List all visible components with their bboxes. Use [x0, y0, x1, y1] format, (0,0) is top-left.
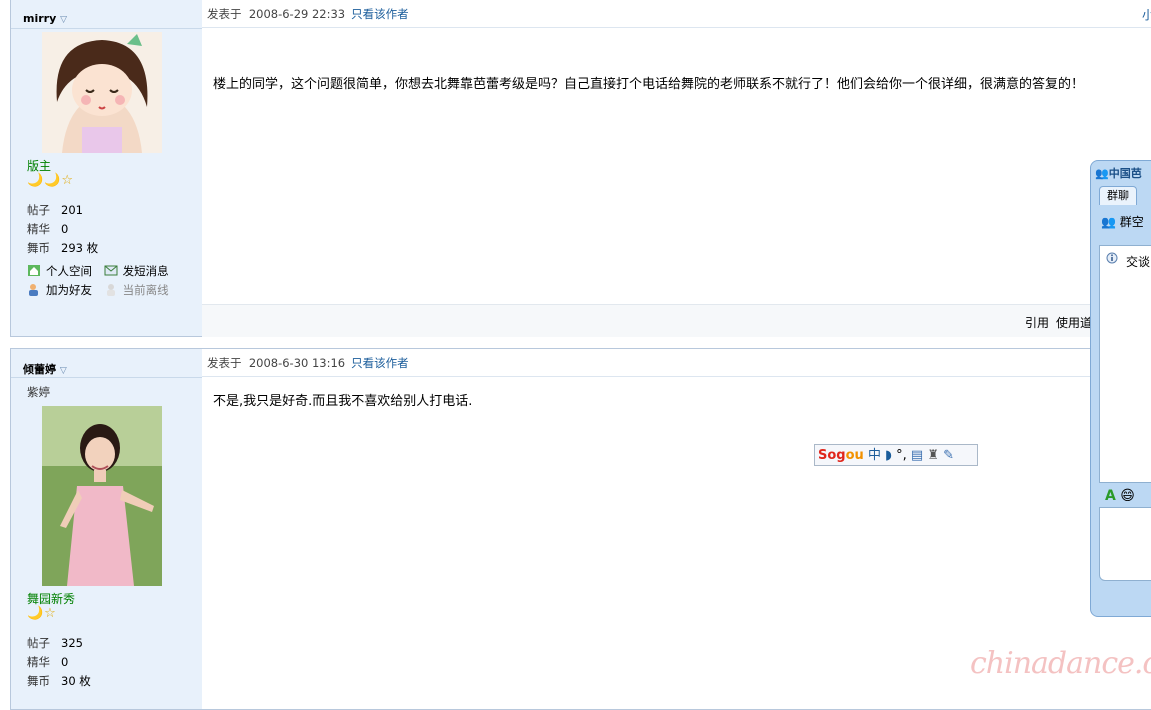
user-title: 紫婷: [27, 385, 50, 399]
add-friend-icon: [29, 284, 38, 296]
sidebar-divider: [11, 377, 202, 378]
chat-input[interactable]: [1099, 507, 1151, 581]
online-status: 当前离线: [104, 283, 169, 297]
chat-panel: 👥中国芭 群聊 👥 群空 交谈 A 😄: [1090, 160, 1151, 617]
top-right-link[interactable]: 小: [1142, 6, 1151, 23]
info-icon: [1106, 252, 1118, 264]
post-body: 楼上的同学，这个问题很简单，你想去北舞靠芭蕾考级是吗？自己直接打个电话给舞院的老…: [213, 77, 1085, 92]
only-author-link[interactable]: 只看该作者: [351, 356, 409, 370]
header-divider: [202, 376, 1151, 377]
chat-tools: A 😄: [1105, 488, 1135, 504]
send-message-link[interactable]: 发短消息: [104, 264, 169, 278]
personal-space-link[interactable]: 个人空间: [27, 264, 96, 278]
stat-coins: 舞币 293 枚: [27, 241, 99, 255]
use-tool-button[interactable]: 使用道: [1056, 314, 1092, 331]
punctuation-toggle[interactable]: °,: [896, 448, 907, 463]
add-friend-link[interactable]: 加为好友: [27, 283, 96, 297]
post-meta: 发表于 2008-6-29 22:33 只看该作者: [207, 7, 409, 21]
sogou-logo-icon: Sog: [818, 448, 846, 463]
author-sidebar: mirry ▽ 版主 🌙🌙☆ 帖子 201 精华 0 舞币 293 枚 个人空间 发短…: [11, 0, 202, 336]
only-author-link[interactable]: 只看该作者: [351, 7, 409, 21]
user-rank: 版主: [27, 159, 52, 173]
watermark-logo: chinadance.cn: [970, 646, 1151, 681]
author-name[interactable]: mirry ▽: [23, 12, 67, 25]
tab-group-chat[interactable]: 群聊: [1099, 186, 1137, 205]
stat-digest: 精华 0: [27, 655, 69, 669]
group-space-link[interactable]: 👥 群空: [1101, 213, 1144, 230]
dropdown-caret-icon[interactable]: ▽: [60, 366, 67, 376]
home-icon: [28, 265, 40, 276]
profile-links-row1: 个人空间 发短消息: [27, 263, 169, 279]
chat-title: 👥中国芭: [1095, 167, 1142, 180]
stat-posts: 帖子 325: [27, 636, 83, 650]
header-divider: [202, 27, 1151, 28]
quote-button[interactable]: 引用: [1025, 314, 1049, 331]
author-avatar[interactable]: [42, 32, 162, 153]
group-icon: 👥: [1101, 215, 1116, 229]
offline-user-icon: [106, 284, 115, 296]
post-body: 不是,我只是好奇.而且我不喜欢给别人打电话.: [213, 394, 473, 409]
author-sidebar: 倾蕾婷 ▽ 紫婷 舞园新秀 🌙☆ 帖子 325 精华 0 舞币 30 枚: [11, 349, 202, 709]
skin-icon[interactable]: ♜: [927, 448, 939, 463]
rank-stars-icon: 🌙🌙☆: [27, 173, 75, 188]
wrench-icon[interactable]: ✎: [943, 448, 954, 463]
post-1: mirry ▽ 版主 🌙🌙☆ 帖子 201 精华 0 舞币 293 枚 个人空间 发短…: [10, 0, 1151, 337]
rank-stars-icon: 🌙☆: [27, 606, 57, 621]
emoji-icon[interactable]: 😄: [1120, 488, 1135, 504]
dropdown-caret-icon[interactable]: ▽: [60, 15, 67, 25]
author-name[interactable]: 倾蕾婷 ▽: [23, 361, 67, 377]
post-footer: 引用 使用道: [202, 304, 1151, 337]
user-rank: 舞园新秀: [27, 592, 76, 606]
ime-toolbar[interactable]: Sogou 中 ◗ °, ▤ ♜ ✎: [814, 444, 978, 466]
post-meta: 发表于 2008-6-30 13:16 只看该作者: [207, 356, 409, 370]
stat-posts: 帖子 201: [27, 203, 83, 217]
stat-digest: 精华 0: [27, 222, 69, 236]
profile-links-row2: 加为好友 当前离线: [27, 282, 169, 298]
chat-log: 交谈: [1099, 245, 1151, 483]
stat-coins: 舞币 30 枚: [27, 674, 91, 688]
font-icon[interactable]: A: [1105, 488, 1116, 504]
author-avatar[interactable]: [42, 406, 162, 586]
ime-mode-toggle[interactable]: 中: [868, 448, 881, 463]
message-icon: [104, 265, 118, 276]
moon-icon[interactable]: ◗: [885, 448, 892, 463]
keyboard-icon[interactable]: ▤: [911, 448, 923, 463]
sidebar-divider: [11, 28, 202, 29]
